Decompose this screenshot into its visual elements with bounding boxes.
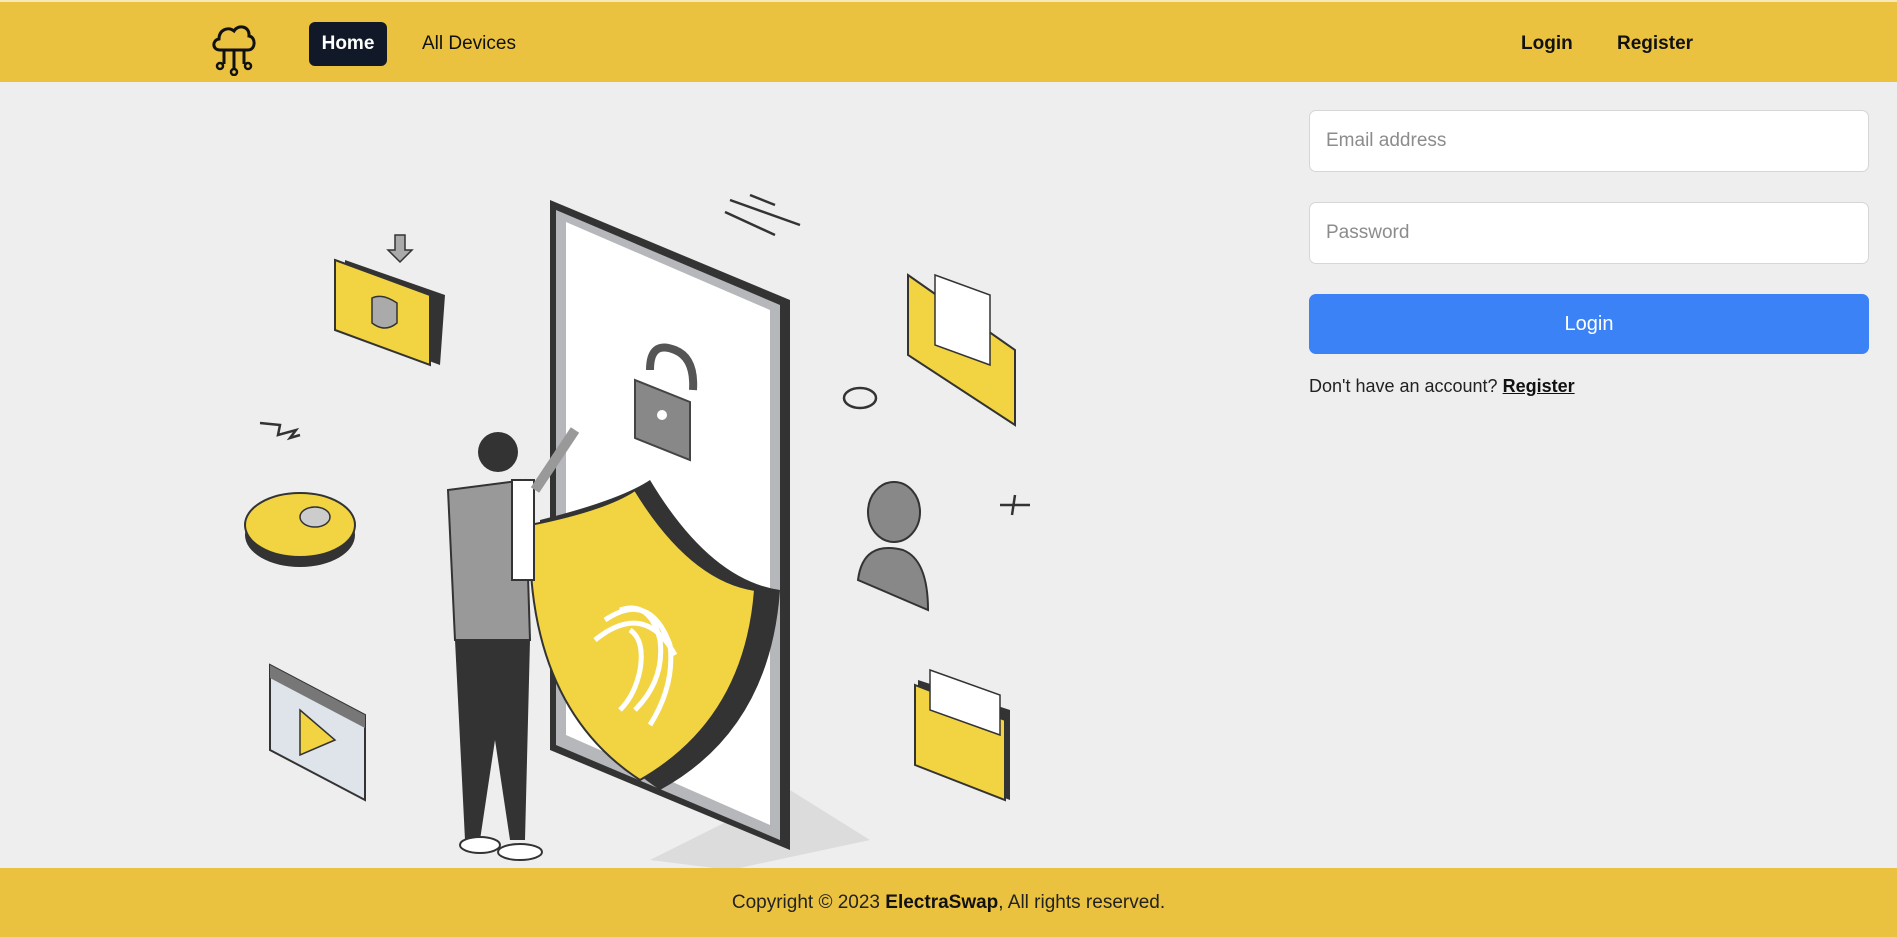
- nav-home-link[interactable]: Home: [309, 22, 387, 66]
- cloud-network-icon[interactable]: [210, 20, 258, 77]
- signup-prompt-text: Don't have an account?: [1309, 376, 1498, 396]
- nav-register-link[interactable]: Register: [1617, 22, 1693, 66]
- copyright-text: Copyright © 2023: [731, 891, 880, 913]
- top-navbar: Home All Devices Login Register: [0, 0, 1897, 82]
- signup-prompt: Don't have an account? Register: [1309, 376, 1869, 397]
- password-field[interactable]: [1309, 202, 1869, 264]
- login-submit-button[interactable]: Login: [1309, 294, 1869, 354]
- email-field[interactable]: [1309, 110, 1869, 172]
- footer: Copyright © 2023 ElectraSwap, All rights…: [0, 868, 1897, 937]
- mobile-security-fingerprint-illustration: [230, 180, 1070, 870]
- nav-login-link[interactable]: Login: [1521, 22, 1573, 66]
- login-form: Login Don't have an account? Register: [1309, 110, 1869, 397]
- footer-rights: , All rights reserved.: [998, 891, 1166, 913]
- footer-brand: ElectraSwap: [885, 891, 999, 913]
- nav-all-devices-link[interactable]: All Devices: [422, 22, 516, 66]
- register-link[interactable]: Register: [1503, 376, 1575, 396]
